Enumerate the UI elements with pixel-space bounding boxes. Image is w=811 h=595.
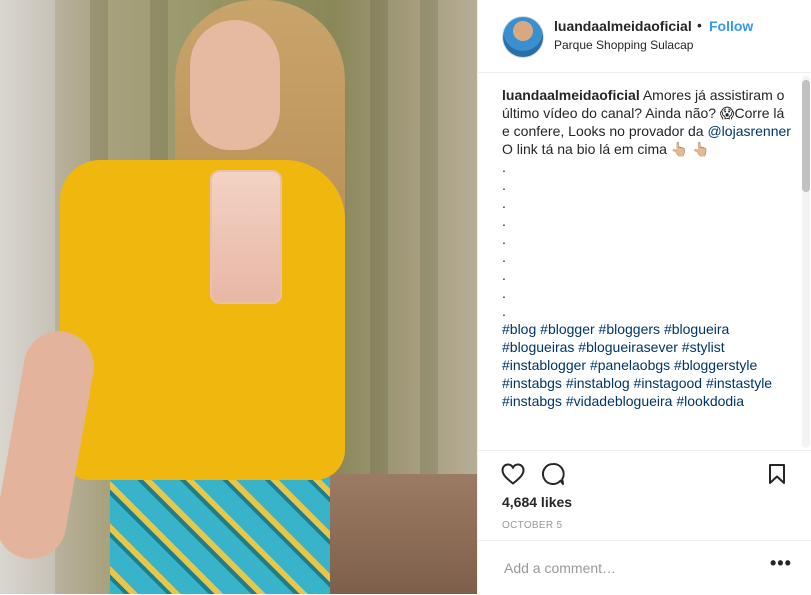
separator-dot: • (697, 17, 702, 33)
figure-face (190, 20, 280, 150)
more-options-icon[interactable]: ••• (770, 553, 792, 574)
username-link[interactable]: luandaalmeidaoficial (554, 18, 692, 34)
curtain-fold (420, 0, 438, 474)
hashtag-link[interactable]: #instastyle (706, 375, 772, 391)
caption: luandaalmeidaoficial Amores já assistira… (502, 86, 792, 410)
hashtag-link[interactable]: #instagood (634, 375, 703, 391)
caption-line-link: O link tá na bio lá em cima 👆🏼 👆🏼 (502, 141, 710, 157)
post-date: OCTOBER 5 (502, 520, 563, 531)
scrollbar-thumb[interactable] (802, 80, 810, 192)
follow-button[interactable]: Follow (709, 18, 753, 34)
hashtag-link[interactable]: #stylist (682, 339, 725, 355)
caption-dot-line: . (502, 213, 506, 229)
heart-icon[interactable] (500, 461, 526, 487)
post-actions (478, 450, 811, 495)
caption-scroll-area[interactable]: luandaalmeidaoficial Amores já assistira… (478, 72, 811, 450)
caption-dot-line: . (502, 195, 506, 211)
caption-dot-line: . (502, 177, 506, 193)
caption-username[interactable]: luandaalmeidaoficial (502, 87, 640, 103)
hashtag-link[interactable]: #instablogger (502, 357, 586, 373)
post-photo (0, 0, 477, 594)
hashtag-link[interactable]: #instabgs (502, 393, 562, 409)
comment-icon[interactable] (540, 461, 566, 487)
caption-dots: ......... (502, 158, 792, 320)
hashtag-link[interactable]: #lookdodia (676, 393, 744, 409)
curtain-fold (370, 0, 388, 474)
hashtag-link[interactable]: #instabgs (502, 375, 562, 391)
post-header: luandaalmeidaoficial • Follow Parque Sho… (478, 0, 811, 73)
avatar[interactable] (502, 16, 544, 58)
caption-mention[interactable]: @lojasrenner (707, 123, 790, 139)
hashtag-link[interactable]: #vidadeblogueira (566, 393, 673, 409)
likes-count[interactable]: 4,684 likes (502, 494, 572, 510)
hashtag-link[interactable]: #panelaobgs (590, 357, 670, 373)
hashtag-link[interactable]: #blogueiras (502, 339, 574, 355)
hashtag-link[interactable]: #blogger (540, 321, 595, 337)
comment-bar: ••• (478, 540, 811, 595)
caption-dot-line: . (502, 267, 506, 283)
caption-dot-line: . (502, 285, 506, 301)
hashtag-link[interactable]: #instablog (566, 375, 630, 391)
bookmark-icon[interactable] (764, 461, 790, 487)
phone-in-hand (210, 170, 282, 304)
figure-shirt (60, 160, 345, 480)
hashtag-link[interactable]: #blog (502, 321, 536, 337)
comment-input[interactable] (502, 559, 756, 577)
caption-dot-line: . (502, 303, 506, 319)
hashtag-link[interactable]: #bloggers (599, 321, 661, 337)
caption-dot-line: . (502, 231, 506, 247)
hashtag-link[interactable]: #blogueira (664, 321, 729, 337)
location-link[interactable]: Parque Shopping Sulacap (554, 38, 693, 52)
caption-dot-line: . (502, 159, 506, 175)
caption-hashtags: #blog #blogger #bloggers #blogueira #blo… (502, 320, 792, 410)
hashtag-link[interactable]: #blogueirasever (578, 339, 678, 355)
hashtag-link[interactable]: #bloggerstyle (674, 357, 757, 373)
caption-dot-line: . (502, 249, 506, 265)
post-side-panel: luandaalmeidaoficial • Follow Parque Sho… (477, 0, 811, 594)
caption-scrollbar[interactable] (802, 76, 810, 448)
